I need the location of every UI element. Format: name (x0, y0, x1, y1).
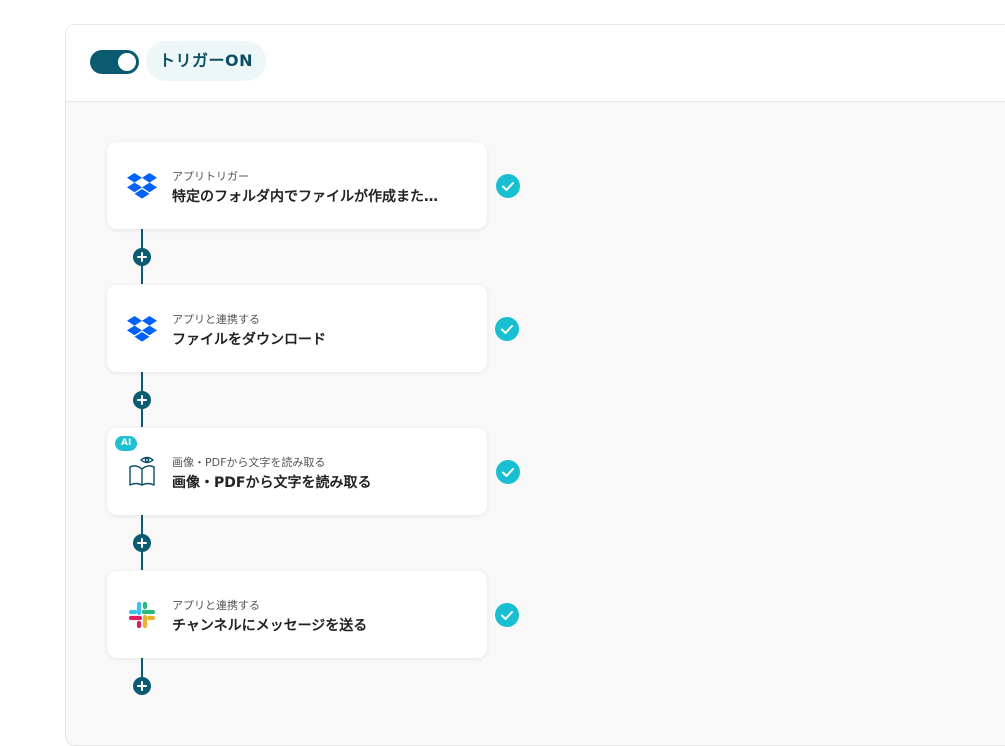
slack-icon (128, 601, 156, 629)
add-step-button[interactable] (133, 391, 151, 409)
ocr-book-icon (129, 456, 155, 486)
dropbox-icon (127, 173, 157, 199)
plus-icon (137, 681, 147, 691)
step-complete-check-icon (495, 603, 519, 627)
step-title: 画像・PDFから文字を読み取る (172, 475, 372, 491)
flow-step-slack[interactable]: アプリと連携する チャンネルにメッセージを送る (107, 571, 487, 658)
plus-icon (137, 395, 147, 405)
step-subtitle: 画像・PDFから文字を読み取る (172, 456, 326, 469)
flow-step-ocr[interactable]: AI 画像・PDFから文字を読み取る 画像・PDFから文字を読み取る (107, 428, 487, 515)
add-step-button[interactable] (133, 534, 151, 552)
flow-step-trigger[interactable]: アプリトリガー 特定のフォルダ内でファイルが作成また… (107, 142, 487, 229)
flow-panel: トリガーON アプリトリガー 特定のフォルダ内でファイルが作成また… アプリと連… (65, 24, 1005, 746)
add-step-button[interactable] (133, 248, 151, 266)
step-title: ファイルをダウンロード (172, 332, 326, 348)
flow-step-download[interactable]: アプリと連携する ファイルをダウンロード (107, 285, 487, 372)
step-subtitle: アプリと連携する (172, 313, 260, 326)
toggle-knob (118, 53, 136, 71)
add-step-button[interactable] (133, 677, 151, 695)
flow-canvas: アプリトリガー 特定のフォルダ内でファイルが作成また… アプリと連携する ファイ… (66, 102, 1005, 745)
trigger-status-label: トリガーON (146, 41, 266, 81)
step-subtitle: アプリトリガー (172, 170, 249, 183)
plus-icon (137, 538, 147, 548)
step-complete-check-icon (496, 460, 520, 484)
trigger-toggle[interactable] (90, 50, 139, 74)
step-title: チャンネルにメッセージを送る (172, 618, 368, 634)
step-subtitle: アプリと連携する (172, 599, 260, 612)
panel-header: トリガーON (66, 25, 1005, 102)
plus-icon (137, 252, 147, 262)
step-complete-check-icon (496, 174, 520, 198)
step-complete-check-icon (495, 317, 519, 341)
dropbox-icon (127, 316, 157, 342)
ai-badge: AI (115, 436, 138, 451)
step-title: 特定のフォルダ内でファイルが作成また… (172, 189, 438, 205)
